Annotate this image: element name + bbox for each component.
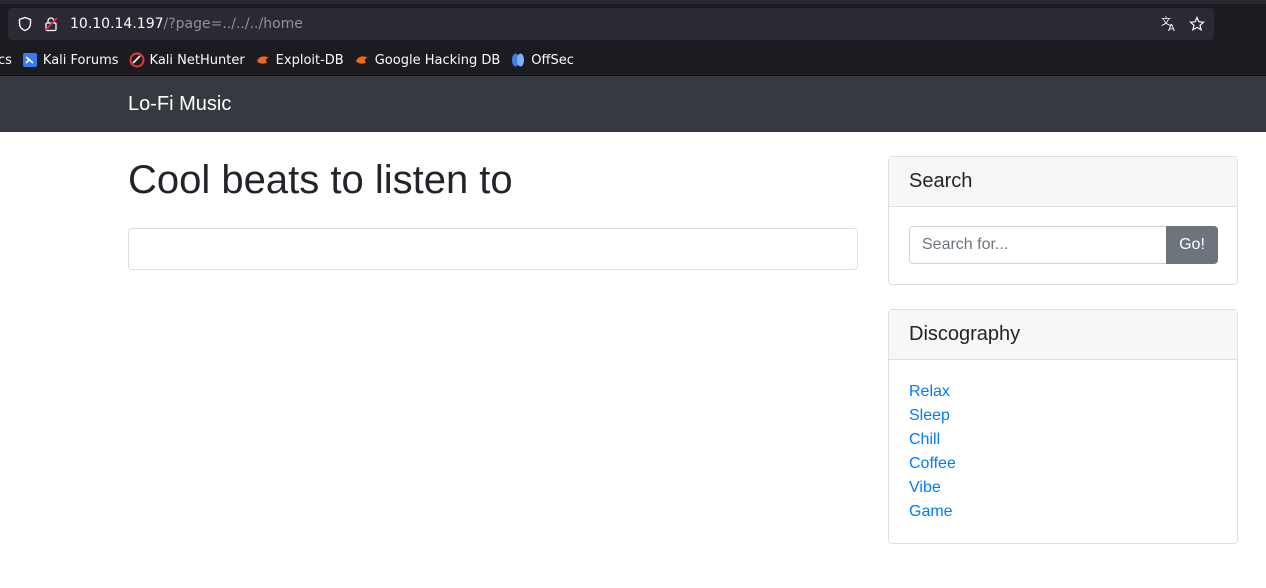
bookmark-star-icon[interactable] bbox=[1188, 15, 1206, 33]
bookmarks-toolbar: cs Kali Forums Kali NetHunter Exploit-DB… bbox=[0, 46, 1266, 74]
shield-icon[interactable] bbox=[16, 15, 34, 33]
bookmark-label: Exploit-DB bbox=[275, 52, 344, 68]
search-card-title: Search bbox=[889, 157, 1237, 207]
list-item: Vibe bbox=[909, 476, 1237, 500]
discography-list: Relax Sleep Chill Coffee Vibe Game bbox=[889, 360, 1237, 524]
page-heading: Cool beats to listen to bbox=[128, 158, 513, 202]
search-card: Search Go! bbox=[888, 156, 1238, 285]
translate-icon[interactable]: 文A bbox=[1160, 15, 1178, 33]
site-navbar: Lo-Fi Music bbox=[0, 76, 1266, 132]
url-host: 10.10.14.197 bbox=[70, 16, 164, 32]
bookmark-partial[interactable]: cs bbox=[0, 53, 12, 68]
list-item: Chill bbox=[909, 428, 1237, 452]
bookmark-kali-forums[interactable]: Kali Forums bbox=[22, 52, 119, 68]
bookmark-label: Kali Forums bbox=[42, 52, 119, 68]
list-item: Relax bbox=[909, 380, 1237, 404]
list-item: Coffee bbox=[909, 452, 1237, 476]
bookmark-label: Google Hacking DB bbox=[374, 52, 501, 68]
search-input[interactable] bbox=[909, 226, 1166, 264]
discography-card: Discography Relax Sleep Chill Coffee Vib… bbox=[888, 309, 1238, 544]
discography-link-coffee[interactable]: Coffee bbox=[909, 455, 956, 472]
discography-link-chill[interactable]: Chill bbox=[909, 431, 940, 448]
discography-link-vibe[interactable]: Vibe bbox=[909, 479, 941, 496]
offsec-icon bbox=[510, 52, 526, 68]
address-bar[interactable]: 10.10.14.197/?page=../../../home 文A bbox=[8, 8, 1214, 40]
bookmark-label: Kali NetHunter bbox=[149, 52, 245, 68]
navbar-brand-link[interactable]: Lo-Fi Music bbox=[128, 76, 231, 132]
list-item: Sleep bbox=[909, 404, 1237, 428]
bookmark-offsec[interactable]: OffSec bbox=[510, 52, 574, 68]
search-form: Go! bbox=[909, 226, 1218, 264]
url-path: /?page=../../../home bbox=[163, 16, 303, 32]
bookmark-kali-nethunter[interactable]: Kali NetHunter bbox=[129, 52, 245, 68]
search-go-button[interactable]: Go! bbox=[1166, 226, 1218, 264]
kali-nethunter-icon bbox=[129, 52, 145, 68]
kali-forums-icon bbox=[22, 52, 38, 68]
browser-chrome: 10.10.14.197/?page=../../../home 文A cs K… bbox=[0, 0, 1266, 76]
url-text[interactable]: 10.10.14.197/?page=../../../home bbox=[70, 8, 303, 40]
insecure-lock-icon[interactable] bbox=[42, 15, 60, 33]
discography-link-game[interactable]: Game bbox=[909, 503, 953, 520]
bookmark-label: OffSec bbox=[531, 52, 574, 68]
ghdb-icon bbox=[354, 52, 370, 68]
tab-strip-edge bbox=[0, 0, 1266, 4]
discography-link-sleep[interactable]: Sleep bbox=[909, 407, 950, 424]
exploit-db-icon bbox=[255, 52, 271, 68]
discography-link-relax[interactable]: Relax bbox=[909, 383, 950, 400]
bookmark-exploit-db[interactable]: Exploit-DB bbox=[255, 52, 344, 68]
svg-text:A: A bbox=[1168, 23, 1175, 33]
bookmark-google-hacking-db[interactable]: Google Hacking DB bbox=[354, 52, 501, 68]
list-item: Game bbox=[909, 500, 1237, 524]
discography-card-title: Discography bbox=[889, 310, 1237, 360]
content-area bbox=[128, 228, 858, 270]
bookmark-label: cs bbox=[0, 52, 12, 68]
